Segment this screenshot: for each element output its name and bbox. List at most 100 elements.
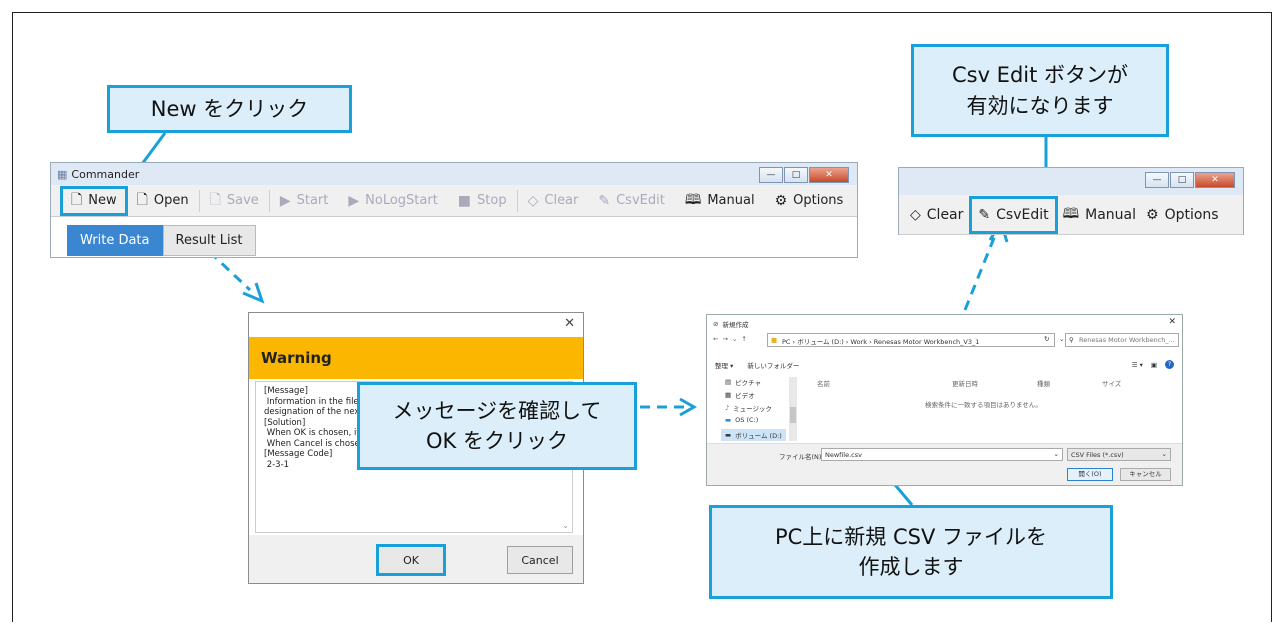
book-icon: 🕮: [684, 191, 702, 208]
cancel-button[interactable]: Cancel: [507, 546, 573, 574]
close-icon[interactable]: ✕: [1168, 317, 1176, 327]
scroll-thumb[interactable]: [790, 407, 796, 423]
csvedit-label: CsvEdit: [996, 206, 1049, 223]
play-icon: ▶: [348, 192, 360, 209]
filename-label: ファイル名(N):: [779, 453, 824, 461]
filename-value: Newfile.csv: [825, 451, 862, 459]
refresh-icon[interactable]: ↻: [1044, 335, 1049, 343]
back-arrow-icon[interactable]: ←: [713, 335, 718, 343]
manual-label: Manual: [1085, 206, 1136, 223]
zoom-window-controls: — □ ✕: [1145, 172, 1235, 188]
nologstart-button[interactable]: ▶ NoLogStart: [338, 187, 447, 215]
zoomed-toolbar: ◇ Clear ✎ CsvEdit 🕮 Manual ⚙ Options: [899, 195, 1243, 235]
forward-arrow-icon[interactable]: →: [722, 335, 727, 343]
window-title: Commander: [71, 167, 140, 181]
start-button[interactable]: ▶ Start: [270, 187, 339, 215]
save-file-icon: 🗋: [209, 191, 221, 208]
save-button[interactable]: 🗋 Save: [200, 187, 269, 215]
empty-results-text: 検索条件に一致する項目はありません。: [925, 401, 1042, 409]
stop-icon: ■: [457, 192, 472, 209]
clear-label: Clear: [544, 193, 579, 208]
options-label: Options: [1164, 206, 1219, 223]
clear-button[interactable]: ◇ Clear: [518, 187, 589, 215]
folder-icon: ■: [771, 336, 778, 344]
organize-menu[interactable]: 整理 ▾: [715, 360, 733, 370]
new-button[interactable]: 🗋 New: [60, 185, 128, 216]
close-icon[interactable]: ✕: [1195, 172, 1235, 188]
nologstart-label: NoLogStart: [365, 193, 438, 208]
callout-create-csv: PC上に新規 CSV ファイルを 作成します: [709, 505, 1113, 599]
nav-item-videos[interactable]: ▦ ビデオ: [725, 390, 755, 400]
dropdown-icon: ⌄: [1053, 450, 1059, 458]
gear-icon: ⚙: [1146, 206, 1159, 223]
pencil-icon: ✎: [598, 192, 611, 209]
open-button[interactable]: 🗋 Open: [127, 187, 199, 215]
close-icon[interactable]: ✕: [809, 167, 849, 183]
nav-item-music[interactable]: ♪ ミュージック: [725, 403, 772, 413]
drive-icon: ▬: [725, 416, 732, 424]
close-icon[interactable]: ✕: [564, 316, 575, 331]
callout-confirm-ok: メッセージを確認して OK をクリック: [357, 382, 637, 470]
stop-button[interactable]: ■ Stop: [448, 187, 517, 215]
nav-pane: ▤ ピクチャ ▦ ビデオ ♪ ミュージック ▬ OS (C:) ▬ ボリューム (D:): [721, 377, 797, 447]
play-icon: ▶: [279, 192, 291, 209]
nav-item-pictures[interactable]: ▤ ピクチャ: [725, 377, 761, 387]
manual-label: Manual: [707, 193, 755, 208]
filetype-select[interactable]: CSV Files (*.csv) ⌄: [1067, 448, 1171, 461]
breadcrumb[interactable]: ■ PC › ボリューム (D:) › Work › Renesas Motor…: [767, 333, 1055, 347]
pictures-icon: ▤: [725, 378, 732, 386]
file-dialog: ⊘ 新規作成 ✕ ← → ⌄ ↑ ■ PC › ボリューム (D:) › Wor…: [706, 314, 1183, 486]
column-size[interactable]: サイズ: [1102, 378, 1121, 388]
up-arrow-icon[interactable]: ↑: [741, 335, 746, 343]
minimize-icon[interactable]: —: [1145, 172, 1169, 188]
tab-result-list[interactable]: Result List: [162, 225, 256, 256]
file-cancel-button[interactable]: キャンセル: [1120, 468, 1171, 481]
ok-button[interactable]: OK: [376, 544, 446, 576]
warning-header: Warning: [249, 337, 583, 379]
minimize-icon[interactable]: —: [759, 167, 783, 183]
open-label: Open: [153, 193, 189, 208]
filename-input[interactable]: Newfile.csv ⌄: [821, 448, 1063, 461]
preview-pane-icon[interactable]: ▣: [1151, 361, 1157, 369]
csvedit-button[interactable]: ✎ CsvEdit: [588, 187, 674, 215]
new-folder-button[interactable]: 新しいフォルダー: [747, 360, 799, 370]
view-options-icon[interactable]: ☰ ▾: [1132, 361, 1143, 369]
nav-scrollbar[interactable]: [789, 377, 797, 441]
scroll-down-icon[interactable]: ⌄: [562, 521, 569, 530]
new-file-icon: 🗋: [71, 191, 83, 208]
options-label: Options: [793, 193, 844, 208]
save-label: Save: [226, 193, 259, 208]
manual-button[interactable]: 🕮 Manual: [1057, 201, 1142, 229]
column-type[interactable]: 種類: [1037, 378, 1050, 388]
column-name[interactable]: 名前: [817, 378, 830, 388]
arrowhead-1: [242, 282, 265, 304]
dropdown-icon[interactable]: ⌄: [1059, 335, 1064, 343]
column-modified[interactable]: 更新日時: [952, 378, 978, 388]
search-icon: ⚲: [1069, 336, 1074, 344]
clear-button[interactable]: ◇ Clear: [903, 201, 970, 229]
maximize-icon[interactable]: □: [1170, 172, 1194, 188]
options-button[interactable]: ⚙ Options: [1142, 201, 1223, 229]
clear-label: Clear: [926, 206, 964, 223]
maximize-icon[interactable]: □: [784, 167, 808, 183]
options-button[interactable]: ⚙ Options: [765, 187, 854, 215]
commander-tabs: Write Data Result List: [51, 217, 857, 256]
dialog-titlebar: ✕: [249, 313, 583, 337]
manual-button[interactable]: 🕮 Manual: [675, 187, 765, 215]
nav-label: ミュージック: [733, 405, 773, 413]
nav-item-os-c[interactable]: ▬ OS (C:): [725, 416, 758, 424]
stop-label: Stop: [477, 193, 507, 208]
search-input[interactable]: ⚲ Renesas Motor Workbench_...: [1065, 333, 1179, 347]
help-icon[interactable]: ?: [1165, 360, 1174, 369]
open-button[interactable]: 開く(O): [1067, 468, 1113, 481]
csvedit-button-enabled[interactable]: ✎ CsvEdit: [969, 195, 1058, 234]
nav-label: ボリューム (D:): [735, 432, 782, 440]
dropdown-icon: ⌄: [1161, 450, 1167, 458]
eraser-icon: ◇: [527, 192, 539, 209]
zoomed-toolbar-window: — □ ✕ ◇ Clear ✎ CsvEdit 🕮 Manual ⚙ Options: [898, 167, 1244, 235]
down-chevron-icon[interactable]: ⌄: [732, 335, 737, 343]
nav-item-volume-d[interactable]: ▬ ボリューム (D:): [721, 429, 786, 441]
tab-write-data[interactable]: Write Data: [67, 225, 163, 256]
nav-buttons: ← → ⌄ ↑: [713, 335, 747, 343]
search-placeholder: Renesas Motor Workbench_...: [1079, 336, 1175, 344]
